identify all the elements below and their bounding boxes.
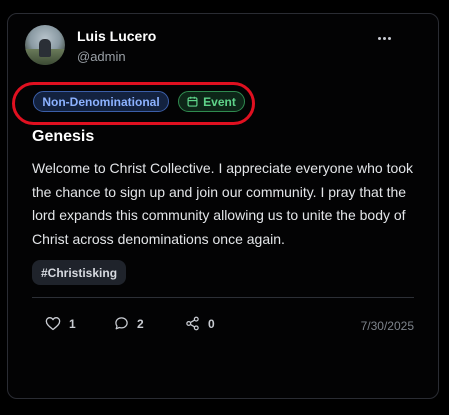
post-body: Welcome to Christ Collective. I apprecia… bbox=[32, 160, 414, 247]
calendar-icon bbox=[187, 96, 198, 107]
post-date: 7/30/2025 bbox=[360, 319, 414, 333]
author-handle: @admin bbox=[77, 49, 126, 64]
more-icon bbox=[378, 37, 381, 40]
tag-non-denominational[interactable]: Non-Denominational bbox=[33, 91, 169, 112]
like-button[interactable]: 1 bbox=[45, 316, 76, 331]
comment-icon bbox=[115, 317, 128, 330]
like-count: 1 bbox=[69, 316, 76, 331]
tag-event[interactable]: Event bbox=[178, 91, 245, 112]
share-icon bbox=[186, 316, 199, 331]
more-options-button[interactable] bbox=[378, 37, 391, 40]
share-count: 0 bbox=[208, 316, 215, 331]
comment-count: 2 bbox=[137, 316, 144, 331]
hashtag-chip[interactable]: #Christisking bbox=[32, 260, 127, 285]
comment-button[interactable]: 2 bbox=[114, 316, 144, 331]
divider bbox=[32, 297, 414, 298]
tag-label: Event bbox=[203, 94, 236, 109]
post-title: Genesis bbox=[32, 128, 95, 145]
author-avatar[interactable] bbox=[25, 25, 65, 65]
heart-icon bbox=[45, 317, 61, 331]
share-button[interactable]: 0 bbox=[185, 316, 215, 331]
tag-label: Non-Denominational bbox=[42, 94, 160, 109]
author-name[interactable]: Luis Lucero bbox=[77, 28, 156, 44]
